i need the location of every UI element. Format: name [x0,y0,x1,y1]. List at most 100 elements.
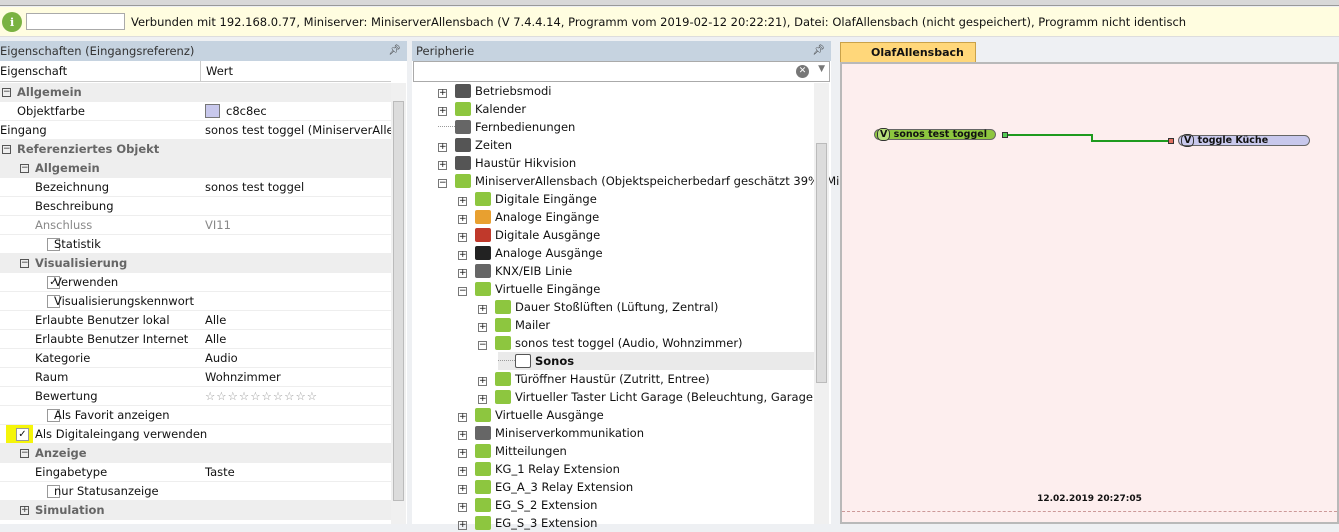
dropdown-arrow-icon[interactable]: ▼ [818,64,825,74]
property-row[interactable]: Bewertung ☆☆☆☆☆☆☆☆☆☆ [0,387,391,406]
expand-icon[interactable]: + [458,449,467,458]
tree-item[interactable]: + Türöffner Haustür (Zutritt, Entree) [478,370,710,388]
collapse-icon[interactable]: − [20,449,29,458]
scroll-thumb[interactable] [816,143,827,383]
tree-item[interactable]: + Analoge Eingänge [458,208,599,226]
collapse-icon[interactable]: − [478,341,487,350]
property-row[interactable]: nur Statusanzeige [0,482,391,501]
expand-icon[interactable]: + [20,506,29,515]
tree-item[interactable]: Fernbedienungen [438,118,575,136]
expand-icon[interactable]: + [458,215,467,224]
expand-icon[interactable]: + [478,305,487,314]
property-row[interactable]: ✓ Als Digitaleingang verwenden [0,425,391,444]
tree-item[interactable]: + Kalender [438,100,526,118]
property-value[interactable]: Audio [205,349,238,368]
expand-icon[interactable]: + [478,323,487,332]
property-row[interactable]: Anschluss VI11 [0,216,391,235]
expand-icon[interactable]: + [438,143,447,152]
property-row[interactable]: Beschreibung [0,197,391,216]
property-row[interactable]: Erlaubte Benutzer lokal Alle [0,311,391,330]
property-category[interactable]: − Visualisierung [0,254,391,273]
property-value[interactable]: Taste [205,463,235,482]
tree-item[interactable]: − Virtuelle Eingänge [458,280,600,298]
expand-icon[interactable]: + [438,89,447,98]
collapse-icon[interactable]: − [438,179,447,188]
connection-line[interactable] [842,64,1339,264]
tree-item[interactable]: + Mitteilungen [458,442,567,460]
property-row[interactable]: ✓ Verwenden [0,273,391,292]
tree-item[interactable]: Sonos [498,352,814,370]
tree-item[interactable]: + Zeiten [438,136,512,154]
property-row[interactable]: Eingabetype Taste [0,463,391,482]
expand-icon[interactable]: + [438,161,447,170]
pin-icon[interactable]: 📌︎ [388,41,401,61]
property-value[interactable]: Wohnzimmer [205,368,281,387]
color-swatch[interactable] [205,104,220,118]
column-value[interactable]: Wert [200,61,233,82]
expand-icon[interactable]: + [458,467,467,476]
property-category[interactable]: + Simulation [0,501,391,520]
peripherie-search-input[interactable]: ✕ ▼ [413,61,830,82]
tree-item[interactable]: + Virtueller Taster Licht Garage (Beleuch… [478,388,817,406]
expand-icon[interactable]: + [458,521,467,530]
clear-search-icon[interactable]: ✕ [796,65,809,78]
tree-item[interactable]: + Digitale Ausgänge [458,226,600,244]
property-row[interactable]: Bezeichnung sonos test toggel [0,178,391,197]
expand-icon[interactable]: + [458,413,467,422]
expand-icon[interactable]: + [458,431,467,440]
tree-item[interactable]: + Virtuelle Ausgänge [458,406,604,424]
property-category[interactable]: − Allgemein [0,159,391,178]
property-row[interactable]: Als Favorit anzeigen [0,406,391,425]
collapse-icon[interactable]: − [2,145,11,154]
tree-item[interactable]: + Dauer Stoßlüften (Lüftung, Zentral) [478,298,718,316]
tree-item[interactable]: − MiniserverAllensbach (Objektspeicherbed… [438,172,847,190]
property-value[interactable]: VI11 [205,216,231,235]
collapse-icon[interactable]: − [20,259,29,268]
expand-icon[interactable]: + [458,251,467,260]
property-row[interactable]: Raum Wohnzimmer [0,368,391,387]
property-row[interactable]: Kategorie Audio [0,349,391,368]
expand-icon[interactable]: + [458,503,467,512]
input-connector[interactable] [1168,138,1174,144]
expand-icon[interactable]: + [438,107,447,116]
editor-canvas[interactable]: V sonos test toggel V toggle Küche 12.02… [840,62,1339,524]
property-value[interactable]: ☆☆☆☆☆☆☆☆☆☆ [205,387,318,406]
status-input[interactable] [26,13,125,30]
expand-icon[interactable]: + [458,197,467,206]
tree-item[interactable]: + Betriebsmodi [438,82,552,100]
peripherie-scrollbar[interactable] [814,83,829,524]
tree-item[interactable]: − sonos test toggel (Audio, Wohnzimmer) [478,334,743,352]
property-value[interactable]: c8c8ec [205,102,267,121]
collapse-icon[interactable]: − [2,88,11,97]
tab-olafallensbach[interactable]: OlafAllensbach x [840,42,976,78]
checkbox[interactable]: ✓ [16,428,29,441]
collapse-icon[interactable]: − [20,164,29,173]
property-category[interactable]: − Referenziertes Objekt [0,140,391,159]
properties-scrollbar[interactable] [391,83,406,524]
expand-icon[interactable]: + [458,269,467,278]
property-value[interactable]: Alle [205,311,226,330]
property-category[interactable]: − Allgemein [0,83,391,102]
scroll-thumb[interactable] [393,101,404,501]
property-category[interactable]: − Anzeige [0,444,391,463]
collapse-icon[interactable]: − [458,287,467,296]
expand-icon[interactable]: + [478,377,487,386]
virtual-output-block[interactable]: V toggle Küche [1178,134,1310,147]
tree-item[interactable]: + EG_S_2 Extension [458,496,597,514]
tree-item[interactable]: + Mailer [478,316,550,334]
property-value[interactable]: sonos test toggel [205,178,304,197]
property-row[interactable]: Visualisierungskennwort [0,292,391,311]
expand-icon[interactable]: + [458,485,467,494]
tree-item[interactable]: + EG_A_3 Relay Extension [458,478,633,496]
property-value[interactable]: sonos test toggel (MiniserverAlle... [205,121,405,140]
tree-item[interactable]: + KNX/EIB Linie [458,262,572,280]
tree-item[interactable]: + Digitale Eingänge [458,190,597,208]
property-row[interactable]: Objektfarbe c8c8ec [0,102,391,121]
tree-item[interactable]: + EG_S_3 Extension [458,514,597,532]
tree-item[interactable]: + Miniserverkommunikation [458,424,644,442]
expand-icon[interactable]: + [478,395,487,404]
tree-item[interactable]: + KG_1 Relay Extension [458,460,620,478]
property-value[interactable]: Alle [205,330,226,349]
property-row[interactable]: Erlaubte Benutzer Internet Alle [0,330,391,349]
tree-item[interactable]: + Haustür Hikvision [438,154,576,172]
